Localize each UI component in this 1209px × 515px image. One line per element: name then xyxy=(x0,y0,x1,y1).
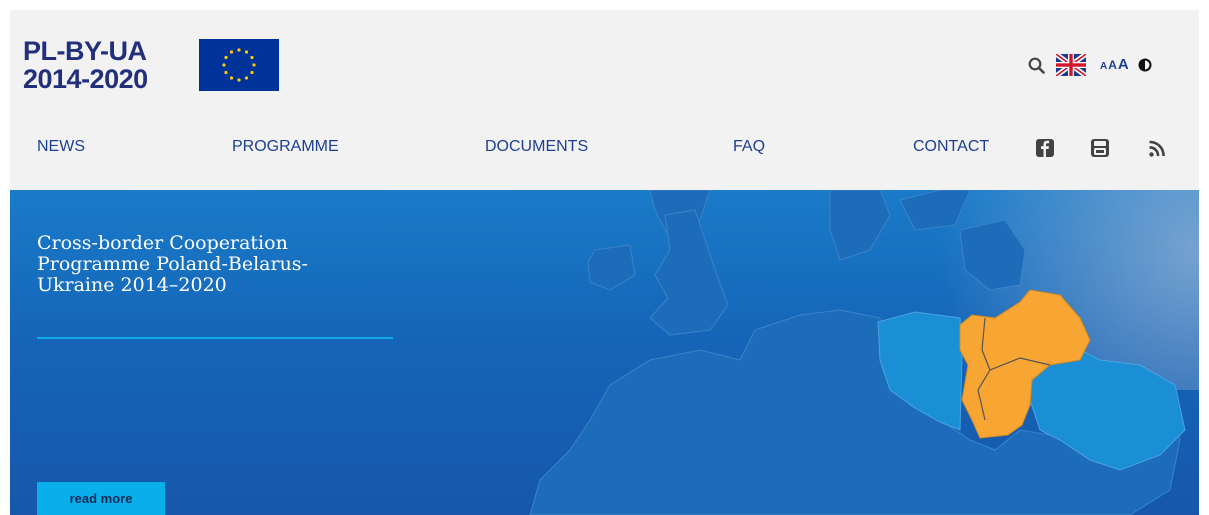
hero-title-line-2: Programme Poland-Belarus- xyxy=(37,253,308,275)
hero-title-line-3: Ukraine 2014–2020 xyxy=(37,274,227,296)
nav-contact[interactable]: CONTACT xyxy=(913,138,989,156)
hero-title-line-1: Cross-border Cooperation xyxy=(37,232,288,254)
nav-news[interactable]: NEWS xyxy=(37,138,85,156)
header-tools: AAA xyxy=(1028,50,1152,80)
font-size-large[interactable]: A xyxy=(1118,56,1129,73)
site-logo[interactable]: PL-BY-UA 2014-2020 xyxy=(23,37,148,93)
hero-banner: Cross-border Cooperation Programme Polan… xyxy=(10,190,1199,515)
font-size-small[interactable]: A xyxy=(1100,61,1107,72)
hero-title: Cross-border Cooperation Programme Polan… xyxy=(37,233,377,296)
contrast-icon[interactable] xyxy=(1138,58,1152,72)
youtube-icon[interactable] xyxy=(1091,138,1109,158)
site-header: PL-BY-UA 2014-2020 AAA NEWS PROGRAMME DO… xyxy=(10,10,1199,190)
eu-flag-icon xyxy=(199,39,279,91)
nav-documents[interactable]: DOCUMENTS xyxy=(485,138,588,156)
font-size-switcher: AAA xyxy=(1100,56,1129,74)
rss-icon[interactable] xyxy=(1148,138,1166,158)
logo-line-1: PL-BY-UA xyxy=(23,36,147,66)
hero-divider xyxy=(37,337,393,339)
facebook-icon[interactable] xyxy=(1036,138,1054,158)
nav-faq[interactable]: FAQ xyxy=(733,138,765,156)
uk-flag-icon[interactable] xyxy=(1056,54,1086,76)
nav-programme[interactable]: PROGRAMME xyxy=(232,138,339,156)
logo-line-2: 2014-2020 xyxy=(23,64,148,94)
search-icon[interactable] xyxy=(1028,57,1045,74)
font-size-medium[interactable]: A xyxy=(1108,58,1117,72)
read-more-button[interactable]: read more xyxy=(37,482,165,515)
